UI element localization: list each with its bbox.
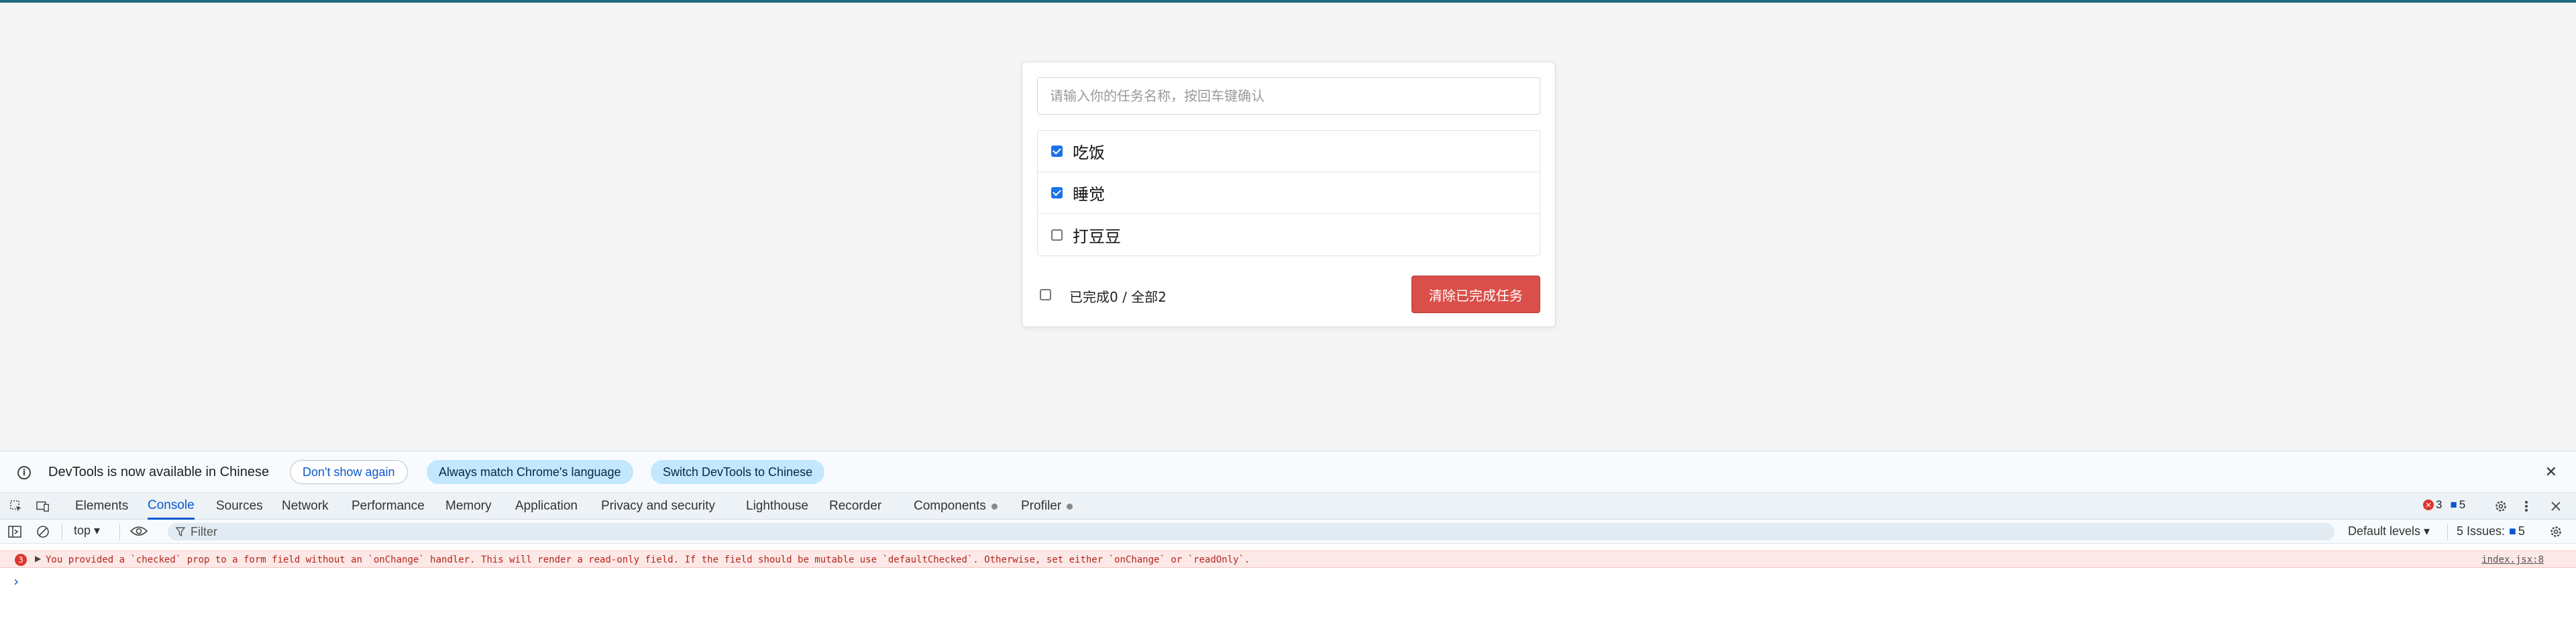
tab-network[interactable]: Network	[282, 493, 329, 520]
tab-application[interactable]: Application	[515, 493, 578, 520]
filter-placeholder: Filter	[191, 524, 217, 538]
issues-label: 5 Issues:	[2457, 524, 2506, 538]
task-input[interactable]	[1037, 77, 1540, 115]
task-checkbox[interactable]	[1051, 146, 1063, 157]
issue-counts[interactable]: ✕ 3 ■ 5	[2423, 498, 2465, 512]
tab-console[interactable]: Console	[148, 493, 195, 520]
clear-completed-button[interactable]: 清除已完成任务	[1411, 276, 1540, 313]
task-footer: 已完成0 / 全部2 清除已完成任务	[1037, 276, 1540, 313]
top-accent-line	[0, 0, 2576, 3]
extension-dot-icon	[1067, 503, 1073, 510]
info-icon: i	[17, 466, 31, 479]
message-count-icon: ■	[2509, 524, 2516, 538]
error-source-link[interactable]: index.jsx:8	[2481, 555, 2544, 565]
context-selector[interactable]: top ▾	[74, 524, 100, 538]
issues-button[interactable]: 5 Issues: ■ 5	[2457, 524, 2525, 538]
inspect-element-icon[interactable]	[9, 500, 23, 513]
device-toolbar-icon[interactable]	[36, 500, 50, 513]
divider	[2447, 524, 2448, 540]
tab-lighthouse[interactable]: Lighthouse	[746, 493, 808, 520]
log-levels-dropdown[interactable]: Default levels ▾	[2348, 524, 2430, 538]
select-all-checkbox[interactable]	[1040, 289, 1051, 300]
console-prompt[interactable]: ›	[12, 573, 20, 589]
clear-console-icon[interactable]	[36, 525, 50, 538]
tab-components[interactable]: Components	[914, 493, 998, 520]
tab-privacy-security[interactable]: Privacy and security	[601, 493, 715, 520]
console-filter-input[interactable]: Filter	[168, 523, 2334, 540]
settings-gear-icon[interactable]	[2494, 500, 2508, 513]
divider	[119, 524, 120, 540]
task-item[interactable]: 打豆豆	[1038, 214, 1540, 255]
issues-count: 5	[2518, 524, 2525, 538]
tab-elements[interactable]: Elements	[75, 493, 128, 520]
message-count: 5	[2459, 498, 2466, 511]
console-error-message[interactable]: 3 ▶ You provided a `checked` prop to a f…	[0, 550, 2576, 568]
task-label: 打豆豆	[1073, 227, 1121, 246]
filter-funnel-icon	[176, 527, 185, 536]
task-checkbox[interactable]	[1051, 229, 1063, 241]
tab-performance[interactable]: Performance	[352, 493, 425, 520]
console-output: 3 ▶ You provided a `checked` prop to a f…	[0, 544, 2576, 639]
live-expression-eye-icon[interactable]	[129, 525, 148, 537]
task-label: 睡觉	[1073, 185, 1105, 204]
sidebar-toggle-icon[interactable]	[8, 525, 21, 538]
tab-profiler-label: Profiler	[1021, 499, 1062, 513]
task-item[interactable]: 吃饭	[1038, 131, 1540, 172]
language-infobar: i DevTools is now available in Chinese D…	[0, 451, 2576, 493]
tab-memory[interactable]: Memory	[445, 493, 492, 520]
message-count-icon: ■	[2450, 498, 2457, 511]
devtools-panel: i DevTools is now available in Chinese D…	[0, 451, 2576, 639]
close-icon[interactable]: ✕	[2545, 463, 2557, 481]
match-language-button[interactable]: Always match Chrome's language	[427, 460, 633, 484]
todo-card: 吃饭 睡觉 打豆豆 已完成0 / 全部2 清除已完成任务	[1022, 62, 1556, 327]
error-count-badge: 3	[15, 554, 27, 566]
tab-components-label: Components	[914, 499, 986, 513]
console-filterbar: top ▾ Filter Default levels ▾ 5 Issues: …	[0, 520, 2576, 544]
tab-sources[interactable]: Sources	[216, 493, 263, 520]
task-label: 吃饭	[1073, 143, 1105, 162]
console-settings-gear-icon[interactable]	[2549, 525, 2563, 538]
extension-dot-icon	[991, 503, 998, 510]
devtools-tabbar: Elements Console Sources Network Perform…	[0, 493, 2576, 520]
infobar-message: DevTools is now available in Chinese	[48, 465, 270, 479]
tab-profiler[interactable]: Profiler	[1021, 493, 1073, 520]
close-devtools-icon[interactable]	[2549, 500, 2563, 513]
task-item[interactable]: 睡觉	[1038, 172, 1540, 214]
task-list: 吃饭 睡觉 打豆豆	[1037, 130, 1540, 256]
dont-show-again-button[interactable]: Don't show again	[290, 460, 408, 484]
error-text: You provided a `checked` prop to a form …	[46, 555, 1250, 565]
task-checkbox[interactable]	[1051, 187, 1063, 198]
switch-language-button[interactable]: Switch DevTools to Chinese	[651, 460, 825, 484]
error-count-icon: ✕	[2423, 500, 2434, 510]
expand-triangle-icon[interactable]: ▶	[35, 554, 41, 563]
tab-recorder[interactable]: Recorder	[829, 493, 881, 520]
more-options-icon[interactable]	[2520, 500, 2533, 513]
completion-summary: 已完成0 / 全部2	[1069, 289, 1167, 305]
error-count: 3	[2436, 498, 2443, 511]
